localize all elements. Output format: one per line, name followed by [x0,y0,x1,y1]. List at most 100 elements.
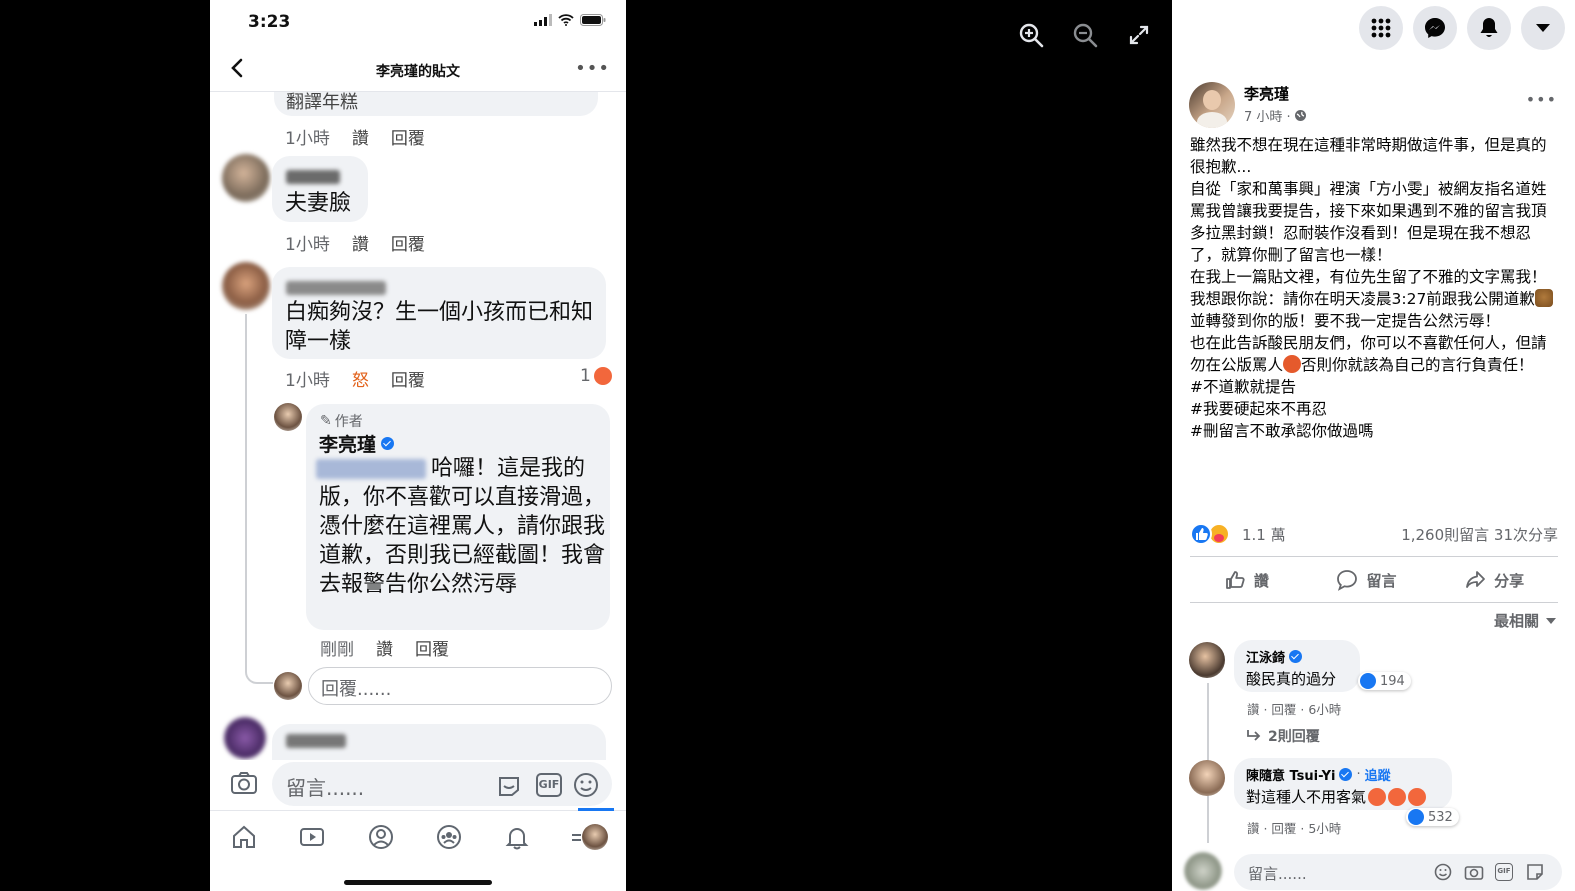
author-avatar[interactable] [1189,82,1235,128]
home-indicator [344,880,492,885]
grid-icon [1371,18,1391,38]
post-paragraph: 雖然我不想在現在這種非常時期做這件事，但是真的很抱歉... [1190,136,1547,176]
view-replies-link[interactable]: 2則回覆 [1246,726,1320,746]
like-link[interactable]: 讚 [352,124,369,149]
messenger-button[interactable] [1413,6,1457,50]
post-actions: 讚 留言 分享 [1190,560,1558,600]
commenter-name[interactable]: 陳隨意 Tsui-Yi [1246,765,1335,784]
top-nav-icons [1359,6,1565,50]
camera-icon[interactable] [1464,863,1484,881]
angry-reaction-link[interactable]: 怒 [352,366,369,391]
like-reaction-icon[interactable] [1190,523,1212,545]
reply-link[interactable]: 回覆 [391,230,425,255]
commenter-name[interactable]: 江泳錡 [1246,647,1285,666]
follow-link[interactable]: 追蹤 [1365,765,1391,784]
hashtag-link[interactable]: #我要硬起來不再忍 [1190,398,1554,420]
emoji-icon[interactable] [1434,863,1452,881]
comment-input[interactable]: 留言...... GIF [1234,854,1562,890]
like-label: 讚 [1253,571,1269,590]
zoom-out-icon[interactable] [1068,18,1102,52]
gif-label: GIF [1497,867,1511,875]
hamburger-icon [571,833,581,836]
comment-meta: 剛剛 讚 回覆 [320,635,449,660]
post-paragraph: 自從「家和萬事興」裡演「方小雯」被網友指名道姓罵我曾讓我要提告，接下來如果遇到不… [1190,180,1547,264]
commenter-name-row: 陳隨意 Tsui-Yi · 追蹤 [1246,765,1391,784]
comment-button[interactable]: 留言 [1336,569,1396,591]
bell-icon [1480,18,1498,37]
signal-icon [534,14,552,26]
reply-input[interactable]: 回覆...... [308,667,612,705]
post-paragraph-with-emoji: 在我上一篇貼文裡，有位先生留了不雅的文字罵我！我想跟你說：請你在明天凌晨3:27… [1190,266,1554,332]
camera-icon[interactable] [230,771,258,795]
angry-emoji-icon [1388,787,1407,806]
phone-screenshot: 3:23 李亮瑾的貼文 ••• 翻譯年糕 1小時 讚 回覆 夫妻臉 1小時 讚 … [210,0,626,891]
commenter-avatar[interactable] [1189,642,1225,678]
post-text: 否則你就該為自己的言行負責任！ [1301,356,1534,374]
comment-input[interactable]: 留言...... GIF [272,762,612,806]
comment-text: 白痴夠沒？生一個小孩而已和知障一樣 [285,300,594,354]
gif-icon[interactable]: GIF [536,773,562,797]
hashtag-link[interactable]: #刪留言不敢承認你做過嗎 [1190,420,1554,442]
thread-connector [245,662,273,684]
more-options-icon[interactable]: ••• [575,58,610,79]
notifications-icon[interactable] [503,823,531,851]
gif-icon[interactable]: GIF [1495,863,1513,881]
notifications-button[interactable] [1467,6,1511,50]
sticker-icon[interactable] [1526,863,1544,881]
battery-icon [580,14,606,26]
like-link[interactable]: 讚 [376,635,393,660]
share-icon [1466,571,1486,588]
menu-tab[interactable] [571,807,614,854]
menu-grid-button[interactable] [1359,6,1403,50]
comment-meta[interactable]: 讚 · 回覆 · 5小時 [1247,818,1341,837]
comment-like-count[interactable]: 532 [1406,808,1459,826]
groups-icon[interactable] [435,823,463,851]
hashtag-link[interactable]: #不道歉就提告 [1190,376,1554,398]
home-icon[interactable] [230,823,258,851]
profile-icon[interactable] [367,823,395,851]
share-label: 分享 [1494,571,1525,590]
like-reaction-icon [1360,673,1376,689]
caret-down-icon [1546,617,1556,624]
comment-share-stats[interactable]: 1,260則留言 31次分享 [1401,524,1558,545]
fullscreen-icon[interactable] [1122,18,1156,52]
reply-link[interactable]: 回覆 [415,635,449,660]
reply-link[interactable]: 回覆 [391,366,425,391]
post-body: 雖然我不想在現在這種非常時期做這件事，但是真的很抱歉... 自從「家和萬事興」裡… [1190,134,1554,442]
photo-area: 3:23 李亮瑾的貼文 ••• 翻譯年糕 1小時 讚 回覆 夫妻臉 1小時 讚 … [0,0,1172,891]
commenter-avatar[interactable] [1189,760,1225,796]
reply-link[interactable]: 回覆 [391,124,425,149]
account-button[interactable] [1521,6,1565,50]
avatar[interactable] [222,262,270,310]
comment-like-count[interactable]: 194 [1358,672,1411,690]
author-name[interactable]: 李亮瑾 [319,430,376,457]
like-button[interactable]: 讚 [1224,569,1269,591]
post-sidebar: 李亮瑾 7 小時 · ••• 雖然我不想在現在這種非常時期做這件事，但是真的很抱… [1172,0,1575,891]
status-icons [534,14,606,26]
comment-sort[interactable]: 最相關 [1494,610,1557,631]
replies-count: 2則回覆 [1268,729,1320,745]
author-name[interactable]: 李亮瑾 [1244,83,1289,104]
comment-thread: 翻譯年糕 1小時 讚 回覆 夫妻臉 1小時 讚 回覆 白痴夠沒？生一個小孩而已和… [210,92,626,760]
emoji-icon[interactable] [572,771,600,799]
sticker-icon[interactable] [496,772,522,798]
status-bar: 3:23 [210,0,626,44]
sort-label: 最相關 [1493,612,1539,630]
reaction-summary[interactable]: 1 [580,366,612,386]
avatar[interactable] [224,717,266,759]
like-link[interactable]: 讚 [352,230,369,255]
comment-meta: 1小時 怒 回覆 [285,366,425,391]
zoom-in-icon[interactable] [1014,18,1048,52]
avatar[interactable] [222,154,270,202]
share-button[interactable]: 分享 [1464,569,1524,591]
post-time[interactable]: 7 小時 · [1244,106,1307,125]
comment-meta[interactable]: 讚 · 回覆 · 6小時 [1247,699,1341,718]
reaction-count[interactable]: 1.1 萬 [1242,524,1286,545]
phone-compose-bar: 留言...... GIF [210,760,626,810]
comment-time: 1小時 [285,129,330,149]
post-options-icon[interactable]: ••• [1526,90,1557,109]
author-avatar[interactable] [274,403,302,431]
watch-icon[interactable] [298,823,326,851]
author-reply-bubble: ✎ 作者 李亮瑾 哈囉！這是我的版，你不喜歡可以直接滑過，憑什麼在這裡罵人，請你跟… [306,404,610,630]
author-reply-text: 哈囉！這是我的版，你不喜歡可以直接滑過，憑什麼在這裡罵人，請你跟我道歉，否則我已… [319,456,606,597]
